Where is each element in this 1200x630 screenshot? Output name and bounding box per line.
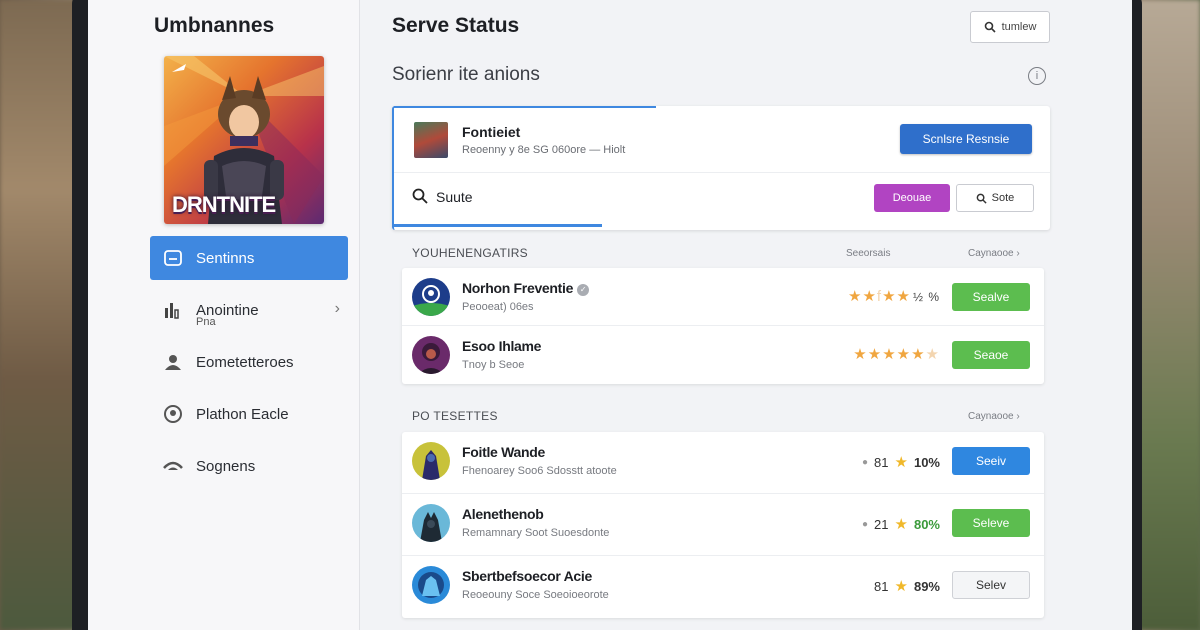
rating-count: 81 xyxy=(874,578,889,594)
sidebar-item-users[interactable]: Eometetteroes xyxy=(150,340,348,384)
search-input[interactable]: Suute xyxy=(436,189,473,205)
page-subtitle: Sorienr ite anions xyxy=(392,64,540,85)
outline-action-button[interactable]: Sote xyxy=(956,184,1034,212)
app-title: Umbnannes xyxy=(154,14,275,37)
card-accent-line xyxy=(394,106,656,108)
row-meta: Reoeouny Soce Soeoioeorote xyxy=(462,589,609,601)
game-server-card: Fontieiet Reoenny y 8e SG 060ore — Hiolt… xyxy=(392,106,1050,230)
game-cover-image[interactable]: DRNTNITE xyxy=(164,56,324,224)
user-icon xyxy=(162,351,184,373)
sidebar-item-label: Plathon Eacle xyxy=(196,405,289,423)
sidebar-nav: Sentinns Anointine Pna › Eometetteroes P… xyxy=(150,236,348,496)
server-list: Norhon Freventie ✓ Peooeat) 06es ★★f★★ ½ %… xyxy=(402,268,1044,384)
smile-icon xyxy=(162,403,184,425)
rating-score: ● 81 ★ 10% xyxy=(862,453,940,471)
column-header-label: Caynaooe xyxy=(968,411,1014,422)
search-focus-line xyxy=(394,224,602,227)
column-header[interactable]: Seeorsais xyxy=(846,248,890,259)
row-action-button[interactable]: Selev xyxy=(952,571,1030,599)
rating-count: 81 xyxy=(874,454,889,470)
primary-action-button[interactable]: Scnlsre Resnsie xyxy=(900,124,1032,154)
row-title: Esoo Ihlame xyxy=(462,338,542,354)
row-title: Sbertbefsoecor Acie xyxy=(462,568,592,584)
avatar xyxy=(412,566,450,604)
sidebar: Umbnannes DRNTNITE Sentinns Anointine Pn… xyxy=(88,0,360,630)
avatar xyxy=(412,504,450,542)
avatar xyxy=(412,278,450,316)
row-meta: Fhenoarey Soo6 Sdosstt atoote xyxy=(462,465,617,477)
table-row[interactable]: Sbertbefsoecor Acie Reoeouny Soce Soeoio… xyxy=(402,556,1044,618)
column-header-sort[interactable]: Caynaooe › xyxy=(968,248,1020,259)
sidebar-item-label: Sognens xyxy=(196,457,256,475)
card-divider xyxy=(394,172,1050,173)
row-title: Norhon Freventie ✓ xyxy=(462,280,590,296)
app-window: Umbnannes DRNTNITE Sentinns Anointine Pn… xyxy=(88,0,1132,630)
window-icon xyxy=(162,247,184,269)
chevron-right-icon: › xyxy=(334,300,340,317)
game-meta: Reoenny y 8e SG 060ore — Hiolt xyxy=(462,144,626,156)
table-row[interactable]: Foitle Wande Fhenoarey Soo6 Sdosstt atoo… xyxy=(402,432,1044,494)
background-left xyxy=(0,0,80,630)
row-meta: Remamnary Soot Suoesdonte xyxy=(462,527,610,539)
column-header-label: Caynaooe xyxy=(968,248,1014,259)
sidebar-item-label: Eometetteroes xyxy=(196,353,294,371)
row-meta: Peooeat) 06es xyxy=(462,301,534,313)
bar-chart-icon xyxy=(162,299,184,321)
sidebar-item-analytics[interactable]: Anointine Pna › xyxy=(150,288,348,332)
star-icon: ★ xyxy=(894,454,908,471)
server-list: Foitle Wande Fhenoarey Soo6 Sdosstt atoo… xyxy=(402,432,1044,618)
row-action-button[interactable]: Sealve xyxy=(952,283,1030,311)
rating-percent: 89% xyxy=(913,578,940,594)
outline-button-label: Sote xyxy=(991,192,1015,204)
row-meta: Tnoy b Seoe xyxy=(462,359,525,371)
avatar xyxy=(412,336,450,374)
rating-stars: ★★★★★★ xyxy=(853,346,940,363)
row-title: Foitle Wande xyxy=(462,444,545,460)
search-icon xyxy=(412,188,428,204)
table-row[interactable]: Alenethenob Remamnary Soot Suoesdonte ● … xyxy=(402,494,1044,556)
search-button[interactable]: tumlew xyxy=(970,11,1050,43)
rating-stars: ★★f★★ ½ % xyxy=(848,288,940,305)
rating-percent: 80% xyxy=(913,516,940,532)
rating-score: 81 ★ 89% xyxy=(874,577,940,595)
cover-label: DRNTNITE xyxy=(172,192,276,217)
sidebar-item-platform[interactable]: Plathon Eacle xyxy=(150,392,348,436)
avatar xyxy=(412,442,450,480)
row-action-button[interactable]: Seeiv xyxy=(952,447,1030,475)
row-action-button[interactable]: Seaoe xyxy=(952,341,1030,369)
table-row[interactable]: Esoo Ihlame Tnoy b Seoe ★★★★★★ Seaoe xyxy=(402,326,1044,384)
game-thumbnail xyxy=(414,122,448,158)
section-title: YOUHENENGATIRS xyxy=(412,246,528,260)
search-label: tumlew xyxy=(1001,21,1037,33)
rating-percent: 10% xyxy=(913,454,940,470)
signal-icon xyxy=(162,455,184,477)
star-icon: ★ xyxy=(894,516,908,533)
sidebar-item-sublabel: Pna xyxy=(196,316,216,328)
info-icon[interactable]: i xyxy=(1028,67,1046,85)
column-header-sort[interactable]: Caynaooe › xyxy=(968,411,1020,422)
dot-icon: ● xyxy=(862,456,869,468)
search-icon xyxy=(976,193,987,204)
dot-icon: ● xyxy=(862,518,869,530)
page-title: Serve Status xyxy=(392,14,520,37)
table-row[interactable]: Norhon Freventie ✓ Peooeat) 06es ★★f★★ ½ %… xyxy=(402,268,1044,326)
sidebar-item-signals[interactable]: Sognens xyxy=(150,444,348,488)
sidebar-item-label: Sentinns xyxy=(196,249,255,267)
row-title: Alenethenob xyxy=(462,506,544,522)
purple-action-button[interactable]: Deouae xyxy=(874,184,950,212)
star-icon: ★ xyxy=(894,578,908,595)
rating-count: 21 xyxy=(874,516,889,532)
rating-score: ● 21 ★ 80% xyxy=(862,515,940,533)
verified-icon: ✓ xyxy=(577,284,590,296)
search-icon xyxy=(984,21,996,33)
sidebar-item-settings[interactable]: Sentinns xyxy=(150,236,348,280)
game-name: Fontieiet xyxy=(462,124,521,140)
row-action-button[interactable]: Seleve xyxy=(952,509,1030,537)
section-title: PO TESETTES xyxy=(412,409,498,423)
